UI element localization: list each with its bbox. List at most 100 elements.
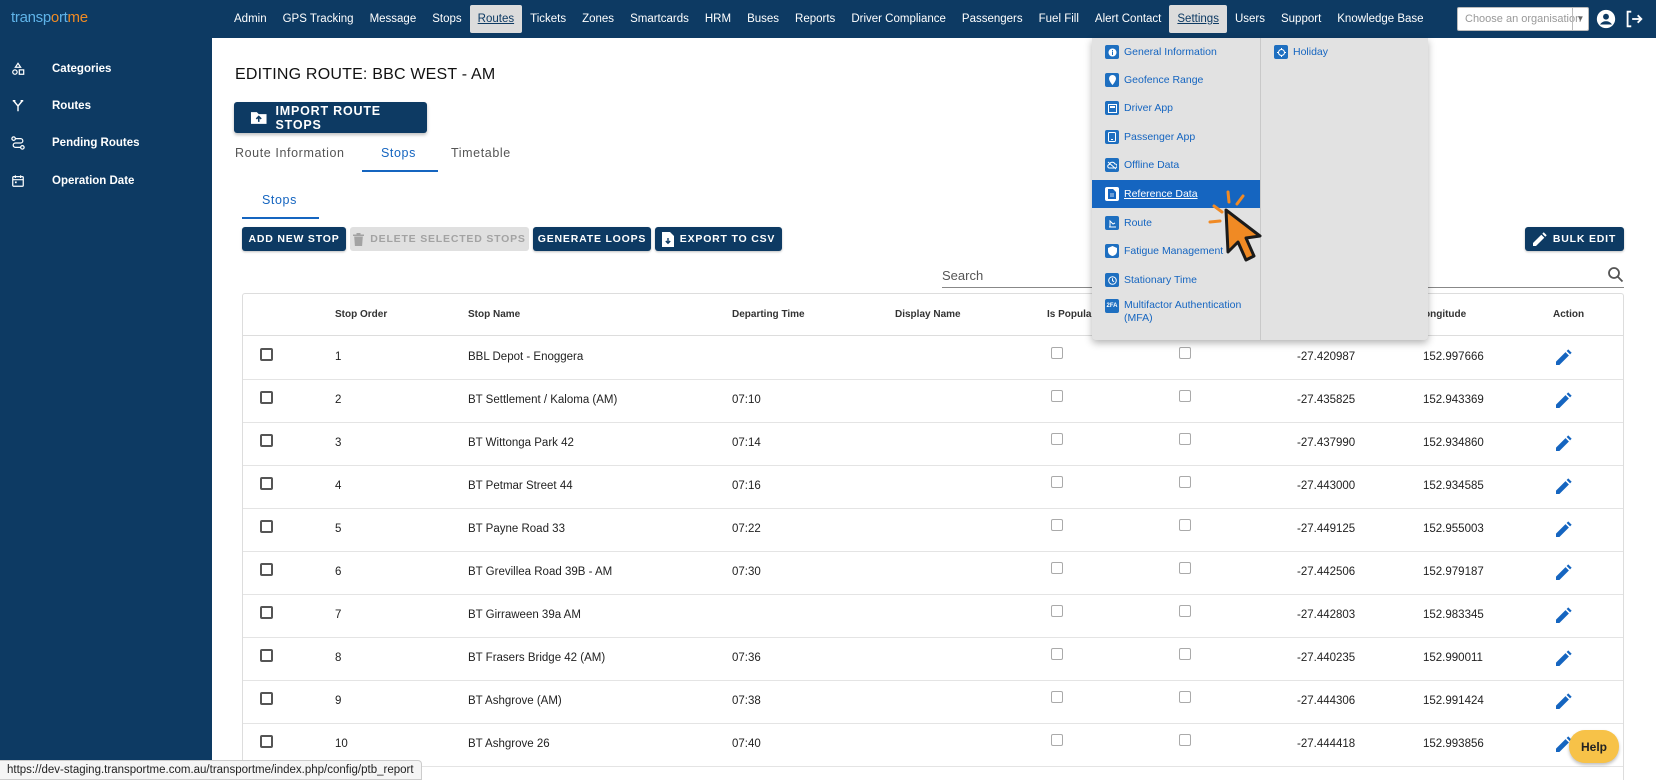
brand-logo[interactable]: transportme bbox=[11, 9, 88, 26]
search-icon[interactable] bbox=[1607, 266, 1624, 283]
pencil-icon bbox=[1532, 232, 1547, 246]
is-popular-checkbox[interactable] bbox=[1051, 648, 1063, 660]
export-to-csv-button[interactable]: EXPORT TO CSV bbox=[655, 227, 782, 251]
nav-users[interactable]: Users bbox=[1227, 5, 1273, 33]
edit-pencil-icon[interactable] bbox=[1556, 564, 1572, 580]
latitude-cell: -27.444306 bbox=[1297, 695, 1356, 707]
row-select-checkbox[interactable] bbox=[260, 735, 273, 748]
help-button[interactable]: Help bbox=[1569, 730, 1619, 763]
is-popular-checkbox[interactable] bbox=[1051, 562, 1063, 574]
row-flag-checkbox[interactable] bbox=[1179, 734, 1191, 746]
menu-item-offline-data[interactable]: Offline Data bbox=[1092, 151, 1260, 179]
is-popular-checkbox[interactable] bbox=[1051, 605, 1063, 617]
nav-hrm[interactable]: HRM bbox=[697, 5, 739, 33]
row-flag-checkbox[interactable] bbox=[1179, 433, 1191, 445]
nav-support[interactable]: Support bbox=[1273, 5, 1329, 33]
is-popular-checkbox[interactable] bbox=[1051, 691, 1063, 703]
row-select-checkbox[interactable] bbox=[260, 563, 273, 576]
is-popular-checkbox[interactable] bbox=[1051, 433, 1063, 445]
nav-driver-compliance[interactable]: Driver Compliance bbox=[843, 5, 954, 33]
chevron-down-icon: ▼ bbox=[1572, 8, 1588, 30]
menu-item-general-information[interactable]: General Information bbox=[1092, 38, 1260, 66]
generate-loops-button[interactable]: GENERATE LOOPS bbox=[533, 227, 651, 251]
sidebar-item-categories[interactable]: Categories bbox=[0, 55, 212, 83]
delete-selected-stops-button[interactable]: DELETE SELECTED STOPS bbox=[350, 227, 529, 251]
header-stop-order[interactable]: Stop Order bbox=[335, 309, 387, 320]
row-select-checkbox[interactable] bbox=[260, 520, 273, 533]
table-row: 6 BT Grevillea Road 39B - AM 07:30 -27.4425… bbox=[243, 552, 1623, 595]
import-route-stops-button[interactable]: IMPORT ROUTE STOPS bbox=[234, 102, 427, 133]
sidebar-item-routes[interactable]: Routes bbox=[0, 92, 212, 120]
table-row: 5 BT Payne Road 33 07:22 -27.449125 152.9550… bbox=[243, 509, 1623, 552]
nav-gps-tracking[interactable]: GPS Tracking bbox=[275, 5, 362, 33]
row-flag-checkbox[interactable] bbox=[1179, 519, 1191, 531]
nav-reports[interactable]: Reports bbox=[787, 5, 843, 33]
menu-item-label: Multifactor Authentication (MFA) bbox=[1124, 299, 1242, 324]
row-select-checkbox[interactable] bbox=[260, 434, 273, 447]
row-select-checkbox[interactable] bbox=[260, 391, 273, 404]
menu-item-mfa[interactable]: 2FA Multifactor Authentication (MFA) bbox=[1092, 296, 1260, 330]
edit-pencil-icon[interactable] bbox=[1556, 392, 1572, 408]
edit-pencil-icon[interactable] bbox=[1556, 478, 1572, 494]
edit-pencil-icon[interactable] bbox=[1556, 349, 1572, 365]
nav-settings[interactable]: Settings bbox=[1169, 5, 1227, 33]
header-stop-name[interactable]: Stop Name bbox=[468, 309, 520, 320]
tab-route-information[interactable]: Route Information bbox=[235, 146, 345, 160]
longitude-cell: 152.983345 bbox=[1423, 609, 1484, 621]
row-select-checkbox[interactable] bbox=[260, 348, 273, 361]
nav-tickets[interactable]: Tickets bbox=[522, 5, 574, 33]
row-select-checkbox[interactable] bbox=[260, 649, 273, 662]
nav-knowledge-base[interactable]: Knowledge Base bbox=[1329, 5, 1431, 33]
row-select-checkbox[interactable] bbox=[260, 477, 273, 490]
header-departing-time[interactable]: Departing Time bbox=[732, 309, 805, 320]
menu-item-geofence-range[interactable]: Geofence Range bbox=[1092, 66, 1260, 94]
edit-pencil-icon[interactable] bbox=[1556, 693, 1572, 709]
nav-message[interactable]: Message bbox=[362, 5, 425, 33]
edit-pencil-icon[interactable] bbox=[1556, 650, 1572, 666]
row-flag-checkbox[interactable] bbox=[1179, 390, 1191, 402]
organisation-select[interactable]: Choose an organisation ▼ bbox=[1457, 7, 1589, 31]
bulk-edit-button[interactable]: BULK EDIT bbox=[1525, 227, 1624, 251]
logout-icon[interactable] bbox=[1623, 8, 1645, 30]
is-popular-checkbox[interactable] bbox=[1051, 519, 1063, 531]
pending-routes-icon bbox=[11, 136, 25, 150]
nav-passengers[interactable]: Passengers bbox=[954, 5, 1031, 33]
nav-fuel-fill[interactable]: Fuel Fill bbox=[1031, 5, 1087, 33]
edit-pencil-icon[interactable] bbox=[1556, 435, 1572, 451]
nav-zones[interactable]: Zones bbox=[574, 5, 622, 33]
row-select-checkbox[interactable] bbox=[260, 606, 273, 619]
tab-timetable[interactable]: Timetable bbox=[451, 146, 511, 160]
row-flag-checkbox[interactable] bbox=[1179, 347, 1191, 359]
menu-item-stationary-time[interactable]: Stationary Time bbox=[1092, 266, 1260, 294]
header-longitude[interactable]: ongitude bbox=[1424, 309, 1466, 320]
tab-stops[interactable]: Stops bbox=[381, 146, 416, 160]
is-popular-checkbox[interactable] bbox=[1051, 476, 1063, 488]
header-is-popular[interactable]: Is Popular bbox=[1047, 309, 1095, 320]
row-flag-checkbox[interactable] bbox=[1179, 562, 1191, 574]
nav-admin[interactable]: Admin bbox=[226, 5, 275, 33]
row-flag-checkbox[interactable] bbox=[1179, 476, 1191, 488]
subtab-stops[interactable]: Stops bbox=[262, 193, 297, 207]
nav-stops[interactable]: Stops bbox=[424, 5, 469, 33]
add-new-stop-button[interactable]: ADD NEW STOP bbox=[242, 227, 346, 251]
row-flag-checkbox[interactable] bbox=[1179, 691, 1191, 703]
is-popular-checkbox[interactable] bbox=[1051, 390, 1063, 402]
sidebar-item-pending-routes[interactable]: Pending Routes bbox=[0, 129, 212, 157]
menu-item-driver-app[interactable]: Driver App bbox=[1092, 94, 1260, 122]
header-display-name[interactable]: Display Name bbox=[895, 309, 961, 320]
edit-pencil-icon[interactable] bbox=[1556, 521, 1572, 537]
menu-item-holiday[interactable]: Holiday bbox=[1261, 38, 1429, 66]
nav-routes[interactable]: Routes bbox=[469, 5, 523, 33]
is-popular-checkbox[interactable] bbox=[1051, 347, 1063, 359]
row-flag-checkbox[interactable] bbox=[1179, 648, 1191, 660]
row-select-checkbox[interactable] bbox=[260, 692, 273, 705]
nav-alert-contact[interactable]: Alert Contact bbox=[1087, 5, 1169, 33]
nav-buses[interactable]: Buses bbox=[739, 5, 787, 33]
menu-item-passenger-app[interactable]: Passenger App bbox=[1092, 123, 1260, 151]
row-flag-checkbox[interactable] bbox=[1179, 605, 1191, 617]
nav-smartcards[interactable]: Smartcards bbox=[622, 5, 697, 33]
sidebar-item-operation-date[interactable]: Operation Date bbox=[0, 167, 212, 195]
account-circle-icon[interactable] bbox=[1595, 8, 1617, 30]
is-popular-checkbox[interactable] bbox=[1051, 734, 1063, 746]
edit-pencil-icon[interactable] bbox=[1556, 607, 1572, 623]
